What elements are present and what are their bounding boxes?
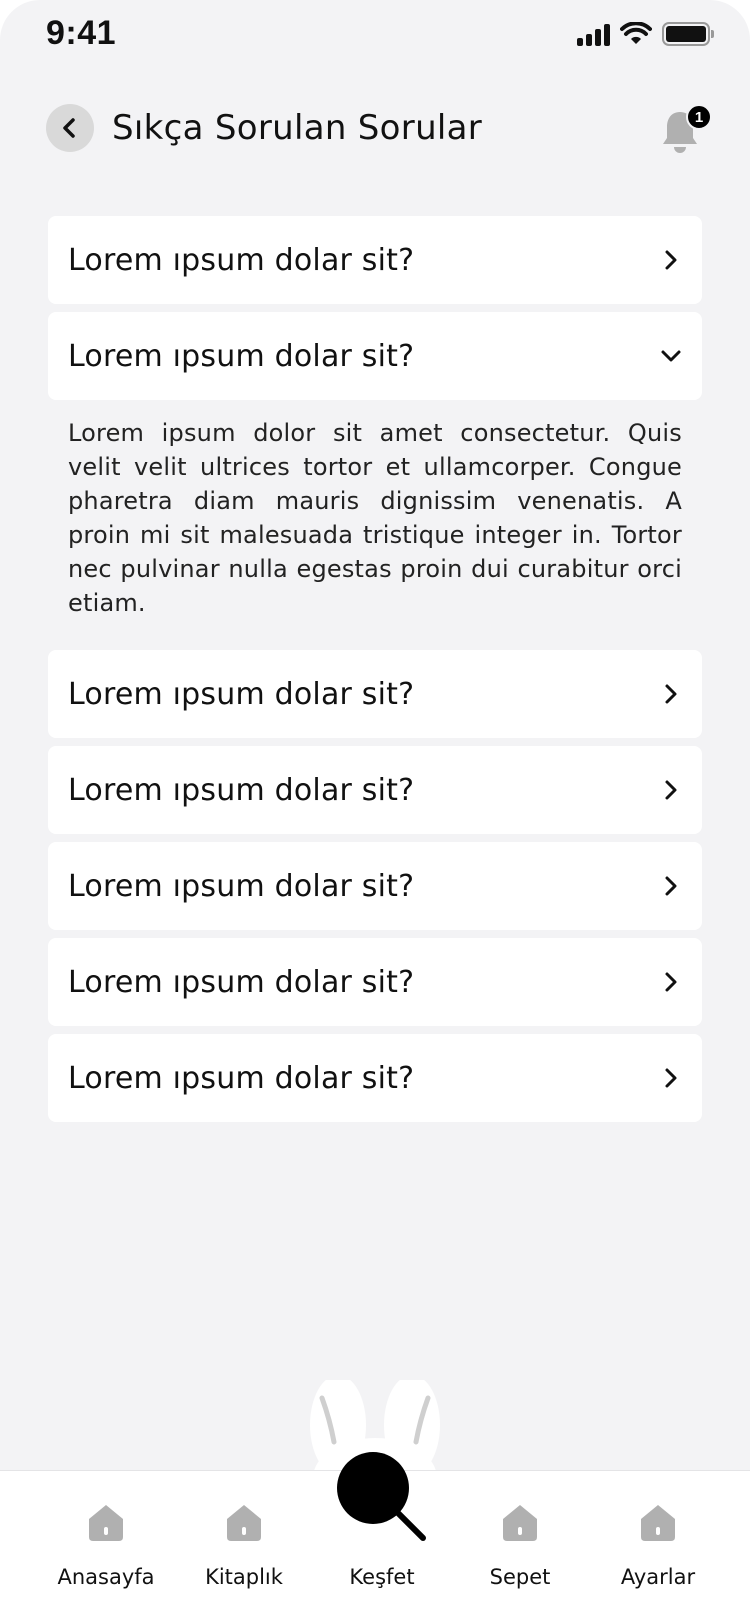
chevron-left-icon [63,118,75,138]
faq-list: Lorem ıpsum dolar sit? Lorem ıpsum dolar… [48,216,702,1130]
home-icon [89,1505,123,1541]
nav-label: Kitaplık [205,1565,283,1589]
chevron-down-icon [660,345,682,367]
status-icons [577,22,714,46]
nav-item-sepet[interactable]: Sepet [451,1471,589,1624]
chevron-right-icon [660,1067,682,1089]
faq-question: Lorem ıpsum dolar sit? [68,338,415,374]
notification-button[interactable]: 1 [660,104,712,153]
chevron-right-icon [660,249,682,271]
faq-answer: Lorem ipsum dolor sit amet consectetur. … [68,419,682,617]
nav-item-anasayfa[interactable]: Anasayfa [37,1471,175,1624]
home-icon [503,1505,537,1541]
nav-label: Ayarlar [620,1565,696,1589]
status-bar: 9:41 [0,0,750,80]
faq-item-expanded[interactable]: Lorem ıpsum dolar sit? [48,312,702,400]
chevron-right-icon [660,875,682,897]
back-button[interactable] [46,104,94,152]
faq-question: Lorem ıpsum dolar sit? [68,772,415,808]
cellular-signal-icon [577,22,610,46]
search-icon[interactable] [335,1450,435,1550]
faq-question: Lorem ıpsum dolar sit? [68,242,415,278]
faq-item[interactable]: Lorem ıpsum dolar sit? [48,938,702,1026]
faq-item[interactable]: Lorem ıpsum dolar sit? [48,650,702,738]
chevron-right-icon [660,779,682,801]
page-title: Sıkça Sorulan Sorular [112,108,483,148]
faq-question: Lorem ıpsum dolar sit? [68,1060,415,1096]
chevron-right-icon [660,683,682,705]
faq-item[interactable]: Lorem ıpsum dolar sit? [48,746,702,834]
nav-label: Keşfet [349,1565,415,1589]
notification-badge: 1 [686,104,712,130]
chevron-right-icon [660,971,682,993]
faq-item[interactable]: Lorem ıpsum dolar sit? [48,1034,702,1122]
faq-question: Lorem ıpsum dolar sit? [68,868,415,904]
faq-item[interactable]: Lorem ıpsum dolar sit? [48,842,702,930]
home-icon [641,1505,675,1541]
faq-question: Lorem ıpsum dolar sit? [68,676,415,712]
nav-label: Sepet [489,1565,551,1589]
nav-item-ayarlar[interactable]: Ayarlar [589,1471,727,1624]
battery-icon [662,22,714,46]
nav-item-kitaplik[interactable]: Kitaplık [175,1471,313,1624]
faq-item[interactable]: Lorem ıpsum dolar sit? [48,216,702,304]
nav-label: Anasayfa [57,1565,155,1589]
faq-question: Lorem ıpsum dolar sit? [68,964,415,1000]
faq-screen: 9:41 Sıkça Sorulan Sorular 1 Lorem ıpsum… [0,0,750,1624]
wifi-icon [620,22,652,44]
status-time: 9:41 [46,14,117,52]
home-icon [227,1505,261,1541]
